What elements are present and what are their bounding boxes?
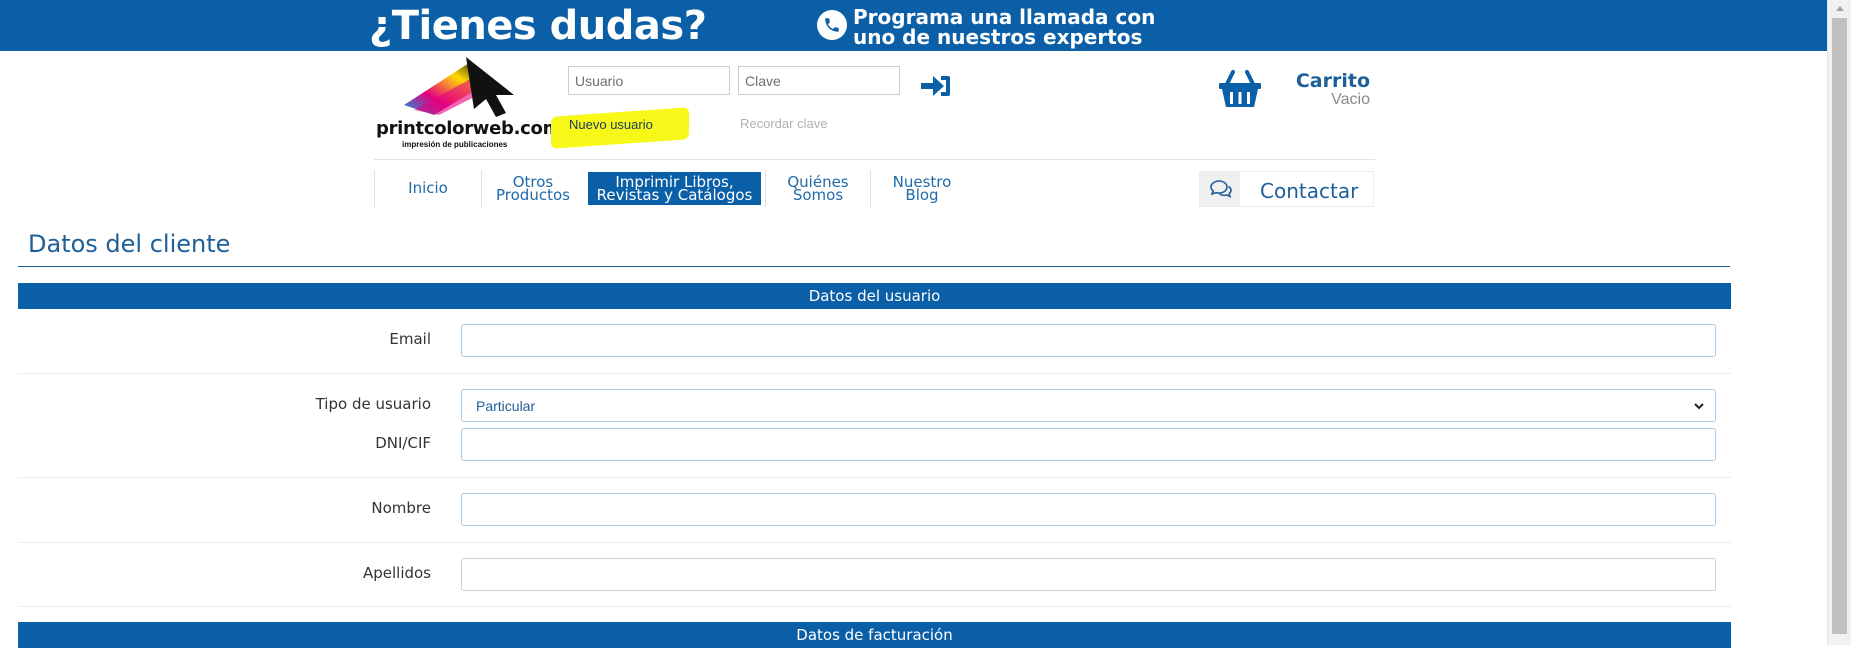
row-divider [18, 373, 1731, 374]
scroll-up-arrow-icon[interactable] [1836, 6, 1844, 11]
section-header-billing: Datos de facturación [18, 622, 1731, 648]
nav-divider [765, 170, 766, 207]
nav-divider [374, 170, 375, 207]
sign-in-icon[interactable] [919, 72, 953, 100]
nav-label: Inicio [408, 179, 448, 197]
dni-field[interactable] [461, 428, 1716, 461]
nav-inicio[interactable]: Inicio [380, 172, 476, 205]
row-divider [18, 606, 1731, 607]
username-input[interactable] [568, 66, 730, 95]
scroll-thumb[interactable] [1832, 18, 1847, 634]
surname-field[interactable] [461, 558, 1716, 591]
chat-icon [1200, 172, 1240, 206]
user-type-select[interactable]: Particular [461, 389, 1716, 422]
user-type-label: Tipo de usuario [315, 395, 431, 413]
nav-imprimir-libros[interactable]: Imprimir Libros, Revistas y Catálogos [588, 172, 761, 205]
chevron-down-icon [1694, 403, 1704, 410]
call-line-2: uno de nuestros expertos [853, 25, 1143, 49]
row-divider [18, 542, 1731, 543]
nav-divider [870, 170, 871, 207]
nav-divider [481, 170, 482, 207]
basket-icon[interactable] [1217, 68, 1263, 110]
cart-status: Vacio [1331, 91, 1370, 108]
remember-password-link[interactable]: Recordar clave [740, 116, 827, 131]
name-field[interactable] [461, 493, 1716, 526]
schedule-call-link[interactable]: Programa una llamada con uno de nuestros… [853, 7, 1155, 47]
name-label: Nombre [371, 499, 431, 517]
call-line-1: Programa una llamada con [853, 5, 1156, 29]
row-divider [18, 477, 1731, 478]
surname-label: Apellidos [362, 564, 431, 582]
email-field[interactable] [461, 324, 1716, 357]
nav-quienes-somos[interactable]: Quiénes Somos [772, 172, 864, 205]
page-scrollbar[interactable] [1827, 0, 1851, 645]
dni-label: DNI/CIF [375, 434, 431, 452]
contact-label: Contactar [1260, 179, 1359, 203]
phone-icon[interactable] [817, 10, 847, 40]
nav-label: Productos [496, 185, 570, 204]
user-type-value: Particular [476, 397, 536, 414]
new-user-link[interactable]: Nuevo usuario [569, 117, 653, 132]
logo-text: printcolorweb.com [376, 118, 562, 139]
nav-label: Revistas y Catálogos [596, 185, 753, 204]
page-title: Datos del cliente [28, 230, 231, 258]
logo-tagline: impresión de publicaciones [402, 140, 508, 149]
email-label: Email [389, 330, 431, 348]
nav-otros-productos[interactable]: Otros Productos [487, 172, 579, 205]
cart-title[interactable]: Carrito [1268, 70, 1370, 92]
top-banner: ¿Tienes dudas? Programa una llamada con … [0, 0, 1827, 51]
contact-button[interactable]: Contactar [1199, 171, 1374, 207]
banner-question: ¿Tienes dudas? [369, 3, 707, 49]
password-input[interactable] [738, 66, 900, 95]
nav-label: Somos [792, 185, 844, 204]
new-user-link-wrap[interactable]: Nuevo usuario [551, 107, 689, 149]
section-header-user: Datos del usuario [18, 283, 1731, 309]
header-divider [374, 159, 1375, 160]
nav-nuestro-blog[interactable]: Nuestro Blog [876, 172, 968, 205]
title-underline [18, 266, 1730, 267]
